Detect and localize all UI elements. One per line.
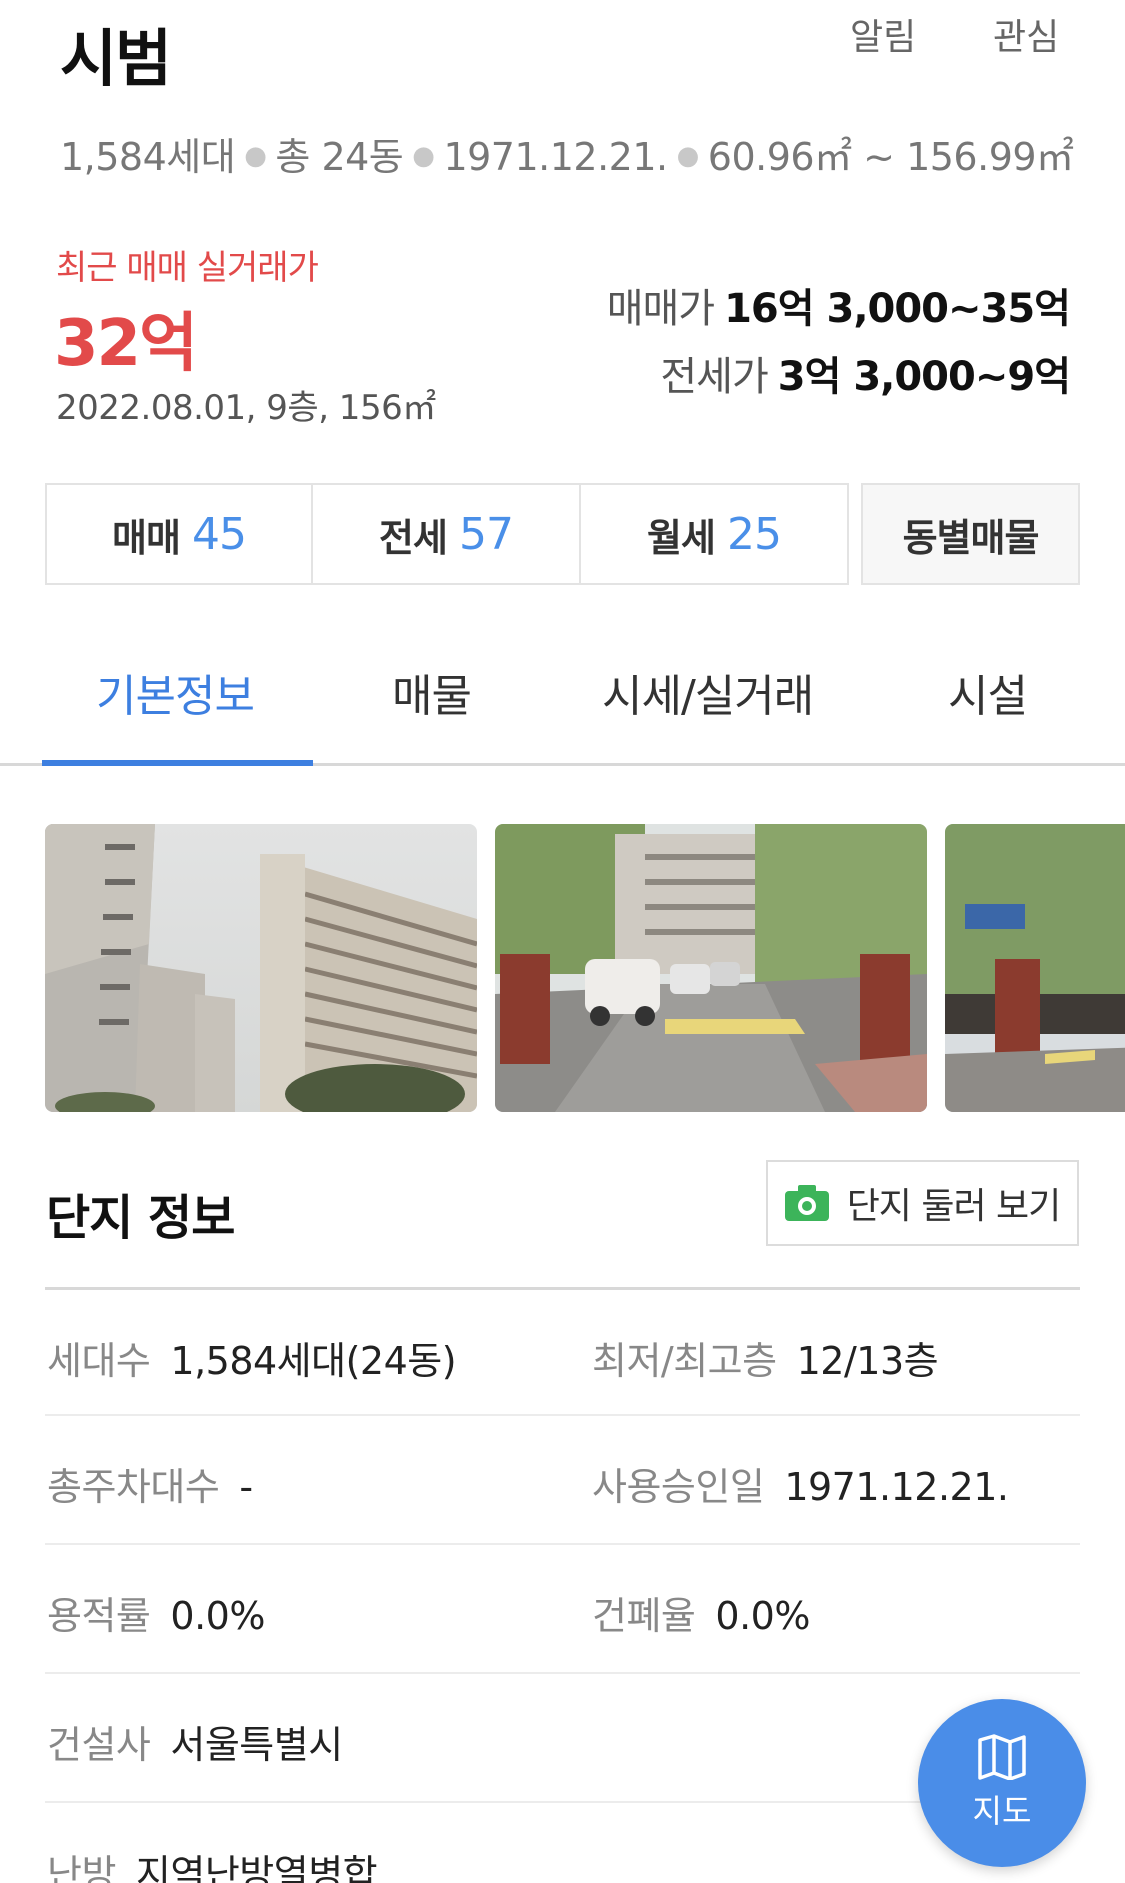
- info-cell: 용적률 0.0%: [47, 1585, 265, 1640]
- info-cell: 최저/최고층 12/13층: [592, 1330, 939, 1385]
- info-label: 사용승인일: [592, 1465, 765, 1509]
- sale-price-range: 매매가 16억 3,000~35억: [606, 276, 1071, 334]
- tab-basic-info[interactable]: 기본정보: [96, 660, 255, 724]
- by-building-listings-button[interactable]: 동별매물: [861, 483, 1080, 585]
- sale-price-value: 16억 3,000~35억: [724, 286, 1071, 332]
- separator-dot: ●: [244, 141, 267, 171]
- info-cell: 난방 지역난방열병합: [47, 1843, 378, 1883]
- recent-trade-price: 32억: [54, 307, 198, 381]
- jeonse-price-value: 3억 3,000~9억: [777, 354, 1071, 400]
- info-label: 난방: [47, 1852, 116, 1883]
- complex-photo[interactable]: [45, 824, 477, 1112]
- info-value: 1971.12.21.: [784, 1465, 1009, 1509]
- jeonse-listings-button[interactable]: 전세 57: [313, 483, 581, 585]
- info-value: -: [239, 1465, 253, 1509]
- info-value: 지역난방열병합: [135, 1852, 378, 1883]
- tab-facilities[interactable]: 시설: [948, 660, 1028, 724]
- page-title: 시범: [60, 22, 172, 95]
- info-value: 서울특별시: [170, 1723, 343, 1767]
- info-cell: 사용승인일 1971.12.21.: [592, 1456, 1009, 1511]
- sale-price-label: 매매가: [606, 286, 715, 332]
- info-row: 용적률 0.0% 건폐율 0.0%: [45, 1545, 1080, 1674]
- info-cell: 건설사 서울특별시: [47, 1714, 343, 1769]
- summary-buildings: 총 24동: [275, 135, 404, 179]
- info-label: 건폐율: [592, 1594, 696, 1638]
- monthly-listings-count: 25: [726, 508, 782, 560]
- info-row: 세대수 1,584세대(24동) 최저/최고층 12/13층: [45, 1287, 1080, 1416]
- tab-bar: 기본정보 매물 시세/실거래 시설: [0, 640, 1125, 766]
- map-button-label: 지도: [972, 1792, 1032, 1830]
- info-label: 세대수: [47, 1339, 151, 1383]
- sale-listings-label: 매매: [112, 515, 181, 560]
- tab-listings[interactable]: 매물: [392, 660, 472, 724]
- jeonse-listings-count: 57: [458, 508, 514, 560]
- info-label: 건설사: [47, 1723, 151, 1767]
- monthly-listings-button[interactable]: 월세 25: [581, 483, 849, 585]
- camera-icon: [784, 1185, 829, 1221]
- summary-approval-date: 1971.12.21.: [443, 135, 668, 179]
- complex-photo[interactable]: [945, 824, 1125, 1112]
- info-label: 최저/최고층: [592, 1339, 777, 1383]
- favorite-button[interactable]: 관심: [993, 8, 1059, 60]
- info-value: 0.0%: [715, 1594, 810, 1638]
- info-cell: 총주차대수 -: [47, 1456, 253, 1511]
- info-label: 용적률: [47, 1594, 151, 1638]
- alarm-button[interactable]: 알림: [850, 8, 916, 60]
- complex-summary: 1,584세대 ● 총 24동 ● 1971.12.21. ● 60.96㎡ ~ 156.9…: [60, 126, 1074, 181]
- info-row: 총주차대수 - 사용승인일 1971.12.21.: [45, 1416, 1080, 1545]
- info-label: 총주차대수: [47, 1465, 220, 1509]
- info-cell: 건폐율 0.0%: [592, 1585, 810, 1640]
- photo-carousel[interactable]: [45, 824, 1125, 1114]
- info-value: 1,584세대(24동): [170, 1339, 457, 1383]
- listing-counts: 매매 45 전세 57 월세 25 동별매물: [45, 483, 1080, 585]
- jeonse-listings-label: 전세: [379, 515, 448, 560]
- sale-listings-count: 45: [191, 508, 247, 560]
- complex-photo[interactable]: [495, 824, 927, 1112]
- separator-dot: ●: [676, 141, 700, 171]
- separator-dot: ●: [412, 141, 435, 171]
- summary-households: 1,584세대: [60, 135, 236, 179]
- header: 시범 알림 관심: [0, 0, 1125, 110]
- map-button[interactable]: 지도: [918, 1699, 1086, 1867]
- recent-trade-label: 최근 매매 실거래가: [56, 248, 319, 288]
- active-tab-indicator: [42, 760, 313, 766]
- summary-area-range: 60.96㎡ ~ 156.99㎡: [707, 135, 1074, 179]
- info-cell: 세대수 1,584세대(24동): [47, 1330, 457, 1385]
- jeonse-price-range: 전세가 3억 3,000~9억: [660, 344, 1071, 402]
- map-icon: [978, 1734, 1026, 1780]
- recent-trade-detail: 2022.08.01, 9층, 156㎡: [56, 388, 436, 428]
- monthly-listings-label: 월세: [647, 515, 716, 560]
- complex-tour-button[interactable]: 단지 둘러 보기: [766, 1160, 1079, 1246]
- info-value: 0.0%: [170, 1594, 265, 1638]
- section-title: 단지 정보: [46, 1190, 235, 1246]
- info-value: 12/13층: [796, 1339, 939, 1383]
- sale-listings-button[interactable]: 매매 45: [45, 483, 313, 585]
- jeonse-price-label: 전세가: [660, 354, 768, 400]
- tab-price-trades[interactable]: 시세/실거래: [602, 660, 814, 724]
- complex-tour-label: 단지 둘러 보기: [846, 1186, 1062, 1227]
